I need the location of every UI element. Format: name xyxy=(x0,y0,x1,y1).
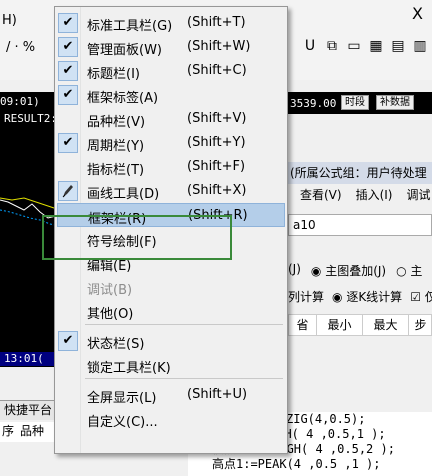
menu-item-indicator-bar[interactable]: 指标栏(T) (Shift+F) xyxy=(57,155,285,179)
drawing-tools[interactable]: / · % xyxy=(6,40,35,55)
refill-data-button[interactable]: 补数据 xyxy=(376,95,414,110)
col-header: 省 xyxy=(289,315,317,335)
menu-item-label: 调试(B) xyxy=(87,283,133,298)
menu-item-full-screen[interactable]: 全屏显示(L) (Shift+U) xyxy=(57,383,285,407)
chart-time: 09:01) xyxy=(0,95,40,108)
check-icon: ✔ xyxy=(58,133,78,153)
menu-item-shortcut: (Shift+F) xyxy=(187,159,246,174)
chart-result-label: RESULT2: xyxy=(4,112,57,125)
menu-item-standard-toolbar[interactable]: ✔ 标准工具栏(G) (Shift+T) xyxy=(57,11,285,35)
menu-item-shortcut: (Shift+Y) xyxy=(187,135,246,150)
main-radio[interactable]: ○ 主 xyxy=(396,262,422,279)
menu-item-lock-toolbar[interactable]: 锁定工具栏(K) xyxy=(57,353,285,377)
check-icon: ✔ xyxy=(58,61,78,81)
menu-item-label: 指标栏(T) xyxy=(87,163,145,178)
formula-name-field[interactable]: a10 xyxy=(288,214,432,236)
menu-item-label: 其他(O) xyxy=(87,307,134,322)
check-icon: ✔ xyxy=(58,13,78,33)
code-line: 高点1:=PEAK(4 ,0.5 ,1 ); xyxy=(212,457,381,471)
menu-item-label: 全屏显示(L) xyxy=(87,391,157,406)
col-index: 序 xyxy=(2,424,15,438)
menu-item-debug: 调试(B) xyxy=(57,275,285,299)
overlay-radio-row: (J) ◉ 主图叠加(J) ○ 主 xyxy=(288,262,422,279)
menu-separator xyxy=(85,378,283,379)
window-icon[interactable]: ▭ xyxy=(346,38,362,54)
menu-item-label: 周期栏(Y) xyxy=(87,139,145,154)
radio-left-label: (J) xyxy=(288,262,301,276)
check-icon: ✔ xyxy=(58,85,78,105)
menu-item-shortcut: (Shift+X) xyxy=(187,183,247,198)
editor-menu-debug[interactable]: 调试 xyxy=(406,186,430,203)
tile-icon[interactable]: ▥ xyxy=(412,38,428,54)
check-icon: ✔ xyxy=(58,331,78,351)
col-header-min: 最小 xyxy=(317,315,363,335)
u-icon[interactable]: U xyxy=(302,38,318,54)
copy-icon[interactable]: ⧉ xyxy=(324,38,340,54)
menu-item-shortcut: (Shift+V) xyxy=(187,111,247,126)
column-calc-label: 列计算 xyxy=(288,290,325,304)
menu-item-shortcut: (Shift+T) xyxy=(187,15,246,30)
editor-menu-view[interactable]: 查看(V) xyxy=(300,186,342,203)
menu-item-status-bar[interactable]: ✔ 状态栏(S) xyxy=(57,329,285,353)
main-overlay-radio[interactable]: ◉ 主图叠加(J) xyxy=(311,262,386,279)
menu-item-label: 标题栏(I) xyxy=(87,67,140,82)
menu-item-label: 画线工具(D) xyxy=(87,187,160,202)
menu-item-manage-panel[interactable]: ✔ 管理面板(W) (Shift+W) xyxy=(57,35,285,59)
period-button[interactable]: 时段 xyxy=(341,95,369,110)
editor-title: (所属公式组：用户待处理 xyxy=(288,162,432,184)
menu-item-shortcut: (Shift+C) xyxy=(187,63,247,78)
grid-icon[interactable]: ▦ xyxy=(368,38,384,54)
menu-item-label: 管理面板(W) xyxy=(87,43,162,58)
menu-item-customize[interactable]: 自定义(C)... xyxy=(57,407,285,431)
help-menu-fragment[interactable]: H) xyxy=(2,13,17,28)
menu-item-label: 自定义(C)... xyxy=(87,415,158,430)
col-symbol: 品种 xyxy=(20,424,45,438)
menu-item-frame-tabs[interactable]: ✔ 框架标签(A) xyxy=(57,83,285,107)
menu-item-label: 框架标签(A) xyxy=(87,91,159,106)
arrange-icon[interactable]: ▤ xyxy=(390,38,406,54)
quote-number: 3539.00 xyxy=(290,97,337,110)
menu-item-other[interactable]: 其他(O) xyxy=(57,299,285,323)
param-table-header: 省 最小 最大 步 xyxy=(288,314,432,336)
menu-item-drawing-tools[interactable]: 画线工具(D) (Shift+X) xyxy=(57,179,285,203)
pen-icon xyxy=(58,181,78,201)
menu-item-shortcut: (Shift+W) xyxy=(187,39,251,54)
editor-menu: 查看(V) 插入(I) 调试 xyxy=(288,186,431,203)
editor-menu-insert[interactable]: 插入(I) xyxy=(356,186,393,203)
per-bar-calc-radio[interactable]: ◉ 逐K线计算 xyxy=(332,288,402,305)
menu-item-label: 标准工具栏(G) xyxy=(87,19,173,34)
menu-item-label: 锁定工具栏(K) xyxy=(87,361,171,376)
menu-item-label: 品种栏(V) xyxy=(87,115,146,130)
toolbar-right-icons: U ⧉ ▭ ▦ ▤ ▥ xyxy=(302,38,428,54)
menu-item-symbol-bar[interactable]: 品种栏(V) (Shift+V) xyxy=(57,107,285,131)
col-header-max: 最大 xyxy=(363,315,409,335)
annotation-highlight-box xyxy=(42,215,232,260)
only-checkbox[interactable]: ☑ 仅 xyxy=(410,288,432,305)
menu-item-label: 状态栏(S) xyxy=(87,337,145,352)
col-header-step: 步 xyxy=(409,315,432,335)
menu-separator xyxy=(85,324,283,325)
close-icon[interactable]: X xyxy=(412,4,423,23)
menu-item-shortcut: (Shift+U) xyxy=(187,387,248,402)
check-icon: ✔ xyxy=(58,37,78,57)
calc-options-row: 列计算 ◉ 逐K线计算 ☑ 仅 xyxy=(288,288,432,305)
menu-item-period-bar[interactable]: ✔ 周期栏(Y) (Shift+Y) xyxy=(57,131,285,155)
menu-item-title-bar[interactable]: ✔ 标题栏(I) (Shift+C) xyxy=(57,59,285,83)
